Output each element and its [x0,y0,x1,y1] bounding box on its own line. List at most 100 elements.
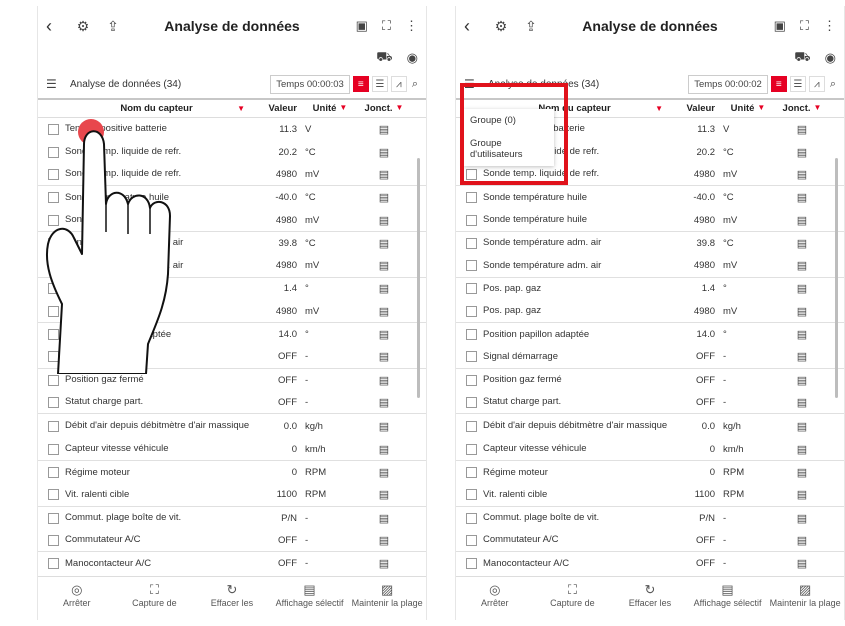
back-icon[interactable]: ‹ [46,16,64,37]
table-row[interactable]: Vit. ralenti cible 1100 RPM ▤ [456,484,844,507]
junction-icon[interactable]: ▤ [777,123,827,136]
table-row[interactable]: Sonde température adm. air 4980 mV ▤ [456,255,844,278]
junction-icon[interactable]: ▤ [777,443,827,456]
row-checkbox[interactable] [48,146,59,158]
table-row[interactable]: Commut. plage boîte de vit. P/N - ▤ [38,507,426,530]
table-row[interactable]: Vit. ralenti cible 1100 RPM ▤ [38,484,426,507]
row-checkbox[interactable] [466,168,477,180]
table-row[interactable]: Débit d'air depuis débitmètre d'air mass… [456,414,844,438]
vehicle-scan-icon[interactable]: ⚙ [490,15,512,37]
text-view-icon[interactable]: ☰ [789,76,806,92]
junction-icon[interactable]: ▤ [777,350,827,363]
junction-icon[interactable]: ▤ [359,328,409,341]
junction-icon[interactable]: ▤ [359,374,409,387]
row-checkbox[interactable] [48,123,59,135]
table-row[interactable]: Pos. pap. gaz 1.4 ° ▤ [456,278,844,301]
row-checkbox[interactable] [48,168,59,180]
upload-icon[interactable]: ⇪ [102,15,124,37]
screenshot-icon[interactable]: ⛶ [800,18,809,34]
header-value[interactable]: Valeur [669,103,719,114]
junction-icon[interactable]: ▤ [777,214,827,227]
record-icon[interactable]: ◉ [407,50,418,66]
hold-range-button[interactable]: ▨ Maintenir la plage [766,577,844,620]
table-row[interactable]: Sonde température adm. air 4980 mV ▤ [38,255,426,278]
junction-icon[interactable]: ▤ [777,282,827,295]
junction-icon[interactable]: ▤ [777,420,827,433]
junction-icon[interactable]: ▤ [777,374,827,387]
junction-icon[interactable]: ▤ [777,328,827,341]
graph-view-icon[interactable]: ⩘ [390,76,407,92]
dropdown-item-group[interactable]: Groupe (0) [464,109,554,132]
clear-button[interactable]: ↻ Effacer les [611,577,689,620]
table-row[interactable]: Commutateur A/C OFF - ▤ [38,530,426,553]
row-checkbox[interactable] [466,214,477,226]
junction-icon[interactable]: ▤ [777,191,827,204]
more-icon[interactable]: ⋮ [823,18,836,34]
hold-range-button[interactable]: ▨ Maintenir la plage [348,577,426,620]
table-row[interactable]: Sonde temp. liquide de refr. 20.2 °C ▤ [38,141,426,164]
row-checkbox[interactable] [466,512,477,524]
junction-icon[interactable]: ▤ [359,305,409,318]
row-checkbox[interactable] [466,329,477,341]
more-icon[interactable]: ⋮ [405,18,418,34]
search-icon[interactable]: ⌕ [412,78,418,91]
vehicle-scan-icon[interactable]: ⚙ [72,15,94,37]
table-row[interactable]: Manocontacteur A/C OFF - ▤ [38,552,426,575]
table-row[interactable]: Capteur vitesse véhicule 0 km/h ▤ [38,438,426,462]
junction-icon[interactable]: ▤ [359,443,409,456]
junction-icon[interactable]: ▤ [359,259,409,272]
row-checkbox[interactable] [466,558,477,570]
list-view-icon[interactable]: ≡ [352,76,369,92]
junction-icon[interactable]: ▤ [777,305,827,318]
header-junction[interactable]: Jonct. ▼ [777,103,827,114]
junction-icon[interactable]: ▤ [359,350,409,363]
row-checkbox[interactable] [48,237,59,249]
dropdown-item-user-group[interactable]: Groupe d'utilisateurs [464,132,554,166]
junction-icon[interactable]: ▤ [359,420,409,433]
table-row[interactable]: Statut charge part. OFF - ▤ [38,392,426,415]
table-row[interactable]: Signal démarrage OFF - ▤ [38,346,426,369]
table-row[interactable]: Sonde température huile 4980 mV ▤ [456,209,844,232]
car-icon[interactable]: ⛟ [376,49,392,67]
row-checkbox[interactable] [48,351,59,363]
group-menu-icon[interactable]: ☰ [464,77,482,91]
table-row[interactable]: Pos. pap. gaz 1.4 ° ▤ [38,278,426,301]
row-checkbox[interactable] [48,214,59,226]
table-row[interactable]: Sonde temp. liquide de refr. 4980 mV ▤ [38,164,426,187]
row-checkbox[interactable] [466,192,477,204]
search-icon[interactable]: ⌕ [830,78,836,91]
row-checkbox[interactable] [48,467,59,479]
row-checkbox[interactable] [466,351,477,363]
header-name[interactable]: Nom du capteur ▼ [48,103,251,114]
row-checkbox[interactable] [48,260,59,272]
selective-display-button[interactable]: ▤ Affichage sélectif [271,577,349,620]
back-icon[interactable]: ‹ [464,16,482,37]
junction-icon[interactable]: ▤ [777,466,827,479]
junction-icon[interactable]: ▤ [359,557,409,570]
junction-icon[interactable]: ▤ [359,466,409,479]
row-checkbox[interactable] [466,420,477,432]
vci-icon[interactable]: ▣ [356,18,368,34]
stop-button[interactable]: ◎ Arrêter [456,577,534,620]
row-checkbox[interactable] [48,192,59,204]
row-checkbox[interactable] [466,260,477,272]
table-row[interactable]: Commut. plage boîte de vit. P/N - ▤ [456,507,844,530]
table-row[interactable]: Sonde température huile -40.0 °C ▤ [38,186,426,209]
junction-icon[interactable]: ▤ [359,282,409,295]
header-unit[interactable]: Unité ▼ [301,103,359,114]
table-row[interactable]: Commutateur A/C OFF - ▤ [456,530,844,553]
junction-icon[interactable]: ▤ [777,396,827,409]
junction-icon[interactable]: ▤ [777,146,827,159]
row-checkbox[interactable] [466,396,477,408]
junction-icon[interactable]: ▤ [777,237,827,250]
junction-icon[interactable]: ▤ [777,557,827,570]
junction-icon[interactable]: ▤ [777,168,827,181]
graph-view-icon[interactable]: ⩘ [808,76,825,92]
scrollbar[interactable] [835,158,838,398]
header-unit[interactable]: Unité ▼ [719,103,777,114]
table-row[interactable]: Débit d'air depuis débitmètre d'air mass… [38,414,426,438]
scrollbar[interactable] [417,158,420,398]
table-row[interactable]: Position papillon adaptée 14.0 ° ▤ [38,323,426,346]
table-row[interactable]: Pos. pap. gaz 4980 mV ▤ [38,300,426,324]
row-checkbox[interactable] [48,396,59,408]
